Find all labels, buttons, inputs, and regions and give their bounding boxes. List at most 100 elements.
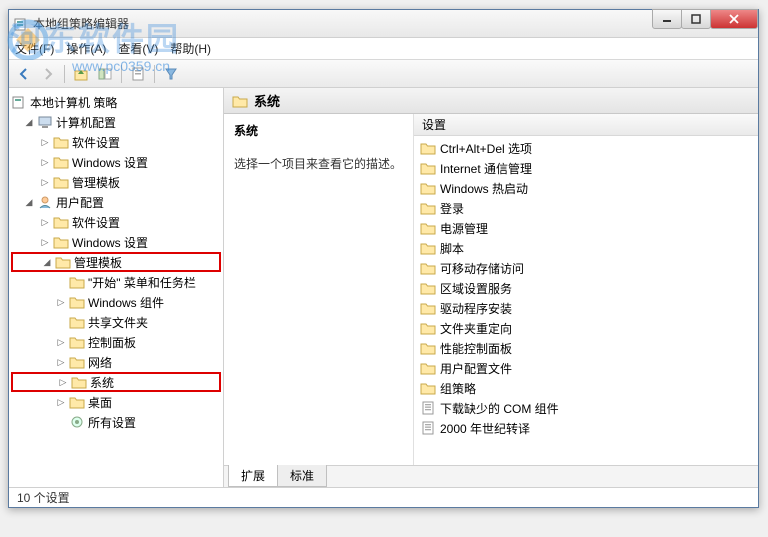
expand-icon[interactable]: ▷ (55, 396, 67, 408)
collapse-icon[interactable]: ◢ (41, 256, 53, 268)
toolbar (9, 60, 758, 88)
list-item[interactable]: 脚本 (414, 238, 758, 258)
description-pane: 系统 选择一个项目来查看它的描述。 (224, 114, 414, 465)
tree-panel[interactable]: 本地计算机 策略 ◢ 计算机配置 ▷ 软件设置 ▷ Windows 设置 ▷ 管… (9, 88, 224, 487)
list-item[interactable]: 组策略 (414, 378, 758, 398)
main-header: 系统 (224, 88, 758, 114)
list-item[interactable]: Windows 热启动 (414, 178, 758, 198)
setting-icon (420, 420, 436, 436)
toolbar-separator (64, 65, 65, 83)
tree-label: 软件设置 (72, 214, 120, 231)
tree-cc-templates[interactable]: ▷ 管理模板 (11, 172, 221, 192)
list-item-label: 2000 年世纪转译 (440, 420, 530, 437)
folder-icon (232, 93, 248, 109)
menu-view[interactable]: 查看(V) (118, 40, 158, 57)
list-item-label: 用户配置文件 (440, 360, 512, 377)
tree-user-config[interactable]: ◢ 用户配置 (11, 192, 221, 212)
expand-icon[interactable]: ▷ (39, 176, 51, 188)
minimize-button[interactable] (652, 9, 682, 29)
list-item[interactable]: 文件夹重定向 (414, 318, 758, 338)
list-item[interactable]: 下载缺少的 COM 组件 (414, 398, 758, 418)
folder-icon (420, 320, 436, 336)
list-item[interactable]: 区域设置服务 (414, 278, 758, 298)
filter-button[interactable] (160, 63, 182, 85)
list-item[interactable]: 登录 (414, 198, 758, 218)
folder-icon (69, 394, 85, 410)
folder-icon (420, 380, 436, 396)
list-item[interactable]: 用户配置文件 (414, 358, 758, 378)
setting-icon (420, 400, 436, 416)
expand-icon[interactable]: ▷ (55, 296, 67, 308)
folder-icon (71, 374, 87, 390)
tree-win-components[interactable]: ▷ Windows 组件 (11, 292, 221, 312)
forward-button[interactable] (37, 63, 59, 85)
window-title: 本地组策略编辑器 (33, 15, 129, 32)
list-item-label: Windows 热启动 (440, 180, 528, 197)
tree-label: 本地计算机 策略 (30, 94, 117, 111)
tree-cc-windows[interactable]: ▷ Windows 设置 (11, 152, 221, 172)
tab-extended[interactable]: 扩展 (228, 465, 278, 487)
expand-icon[interactable]: ▷ (55, 336, 67, 348)
folder-icon (69, 334, 85, 350)
expand-icon[interactable]: ▷ (39, 136, 51, 148)
expand-icon[interactable]: ▷ (55, 356, 67, 368)
list-item[interactable]: 2000 年世纪转译 (414, 418, 758, 438)
app-window: 本地组策略编辑器 文件(F) 操作(A) 查看(V) 帮助(H) 本地计算机 策… (8, 9, 759, 508)
tree-system[interactable]: ▷ 系统 (11, 372, 221, 392)
list-item[interactable]: Ctrl+Alt+Del 选项 (414, 138, 758, 158)
expand-icon[interactable]: ▷ (39, 156, 51, 168)
expand-icon[interactable]: ▷ (57, 376, 69, 388)
tree-uc-software[interactable]: ▷ 软件设置 (11, 212, 221, 232)
folder-icon (53, 234, 69, 250)
collapse-icon[interactable]: ◢ (23, 116, 35, 128)
tree-network[interactable]: ▷ 网络 (11, 352, 221, 372)
status-text: 10 个设置 (17, 489, 70, 506)
collapse-icon[interactable]: ◢ (23, 196, 35, 208)
settings-list[interactable]: 设置 Ctrl+Alt+Del 选项Internet 通信管理 Windows 热… (414, 114, 758, 465)
folder-icon (420, 360, 436, 376)
toolbar-separator (121, 65, 122, 83)
close-button[interactable] (710, 9, 758, 29)
tree-root[interactable]: 本地计算机 策略 (11, 92, 221, 112)
status-bar: 10 个设置 (9, 487, 758, 507)
tree-uc-templates[interactable]: ◢ 管理模板 (11, 252, 221, 272)
tree-shared-folders[interactable]: 共享文件夹 (11, 312, 221, 332)
expand-icon[interactable]: ▷ (39, 216, 51, 228)
list-item[interactable]: Internet 通信管理 (414, 158, 758, 178)
list-item[interactable]: 性能控制面板 (414, 338, 758, 358)
folder-icon (420, 240, 436, 256)
tree-computer-config[interactable]: ◢ 计算机配置 (11, 112, 221, 132)
menu-help[interactable]: 帮助(H) (170, 40, 211, 57)
menu-action[interactable]: 操作(A) (66, 40, 106, 57)
tree-label: 控制面板 (88, 334, 136, 351)
tree-start-taskbar[interactable]: "开始" 菜单和任务栏 (11, 272, 221, 292)
folder-icon (420, 280, 436, 296)
list-item-label: 区域设置服务 (440, 280, 512, 297)
menu-file[interactable]: 文件(F) (15, 40, 54, 57)
folder-icon (420, 300, 436, 316)
properties-button[interactable] (127, 63, 149, 85)
tree-label: Windows 设置 (72, 154, 148, 171)
list-item[interactable]: 可移动存储访问 (414, 258, 758, 278)
maximize-button[interactable] (681, 9, 711, 29)
column-header-setting[interactable]: 设置 (414, 114, 758, 136)
up-button[interactable] (70, 63, 92, 85)
tree-uc-windows[interactable]: ▷ Windows 设置 (11, 232, 221, 252)
titlebar[interactable]: 本地组策略编辑器 (9, 10, 758, 38)
expand-icon[interactable]: ▷ (39, 236, 51, 248)
tree-desktop[interactable]: ▷ 桌面 (11, 392, 221, 412)
list-item-label: 电源管理 (440, 220, 488, 237)
list-item[interactable]: 电源管理 (414, 218, 758, 238)
tab-standard[interactable]: 标准 (277, 465, 327, 487)
folder-icon (69, 294, 85, 310)
tree-label: 管理模板 (74, 254, 122, 271)
view-tabs: 扩展 标准 (224, 465, 758, 487)
tree-control-panel[interactable]: ▷ 控制面板 (11, 332, 221, 352)
tree-label: 网络 (88, 354, 112, 371)
tree-all-settings[interactable]: 所有设置 (11, 412, 221, 432)
show-hide-tree-button[interactable] (94, 63, 116, 85)
back-button[interactable] (13, 63, 35, 85)
list-item[interactable]: 驱动程序安装 (414, 298, 758, 318)
tree-cc-software[interactable]: ▷ 软件设置 (11, 132, 221, 152)
list-item-label: 脚本 (440, 240, 464, 257)
